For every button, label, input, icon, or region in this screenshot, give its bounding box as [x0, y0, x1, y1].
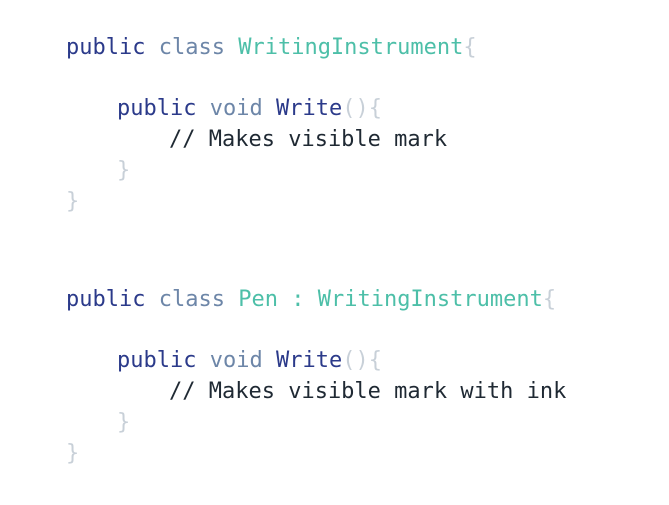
method-close-brace: } — [117, 410, 131, 435]
open-brace: { — [368, 96, 382, 121]
code-snippet: public class WritingInstrument{ public v… — [66, 32, 656, 469]
class-declaration: public class Pen : WritingInstrument{ — [66, 284, 656, 315]
class-declaration: public class WritingInstrument{ — [66, 32, 656, 63]
class-name: Pen — [238, 287, 278, 312]
method-close-brace: } — [117, 158, 131, 183]
parens: () — [342, 348, 369, 373]
class-name: WritingInstrument — [238, 35, 464, 60]
open-brace: { — [368, 348, 382, 373]
extends-separator: : — [277, 287, 318, 312]
public-keyword: public — [66, 287, 146, 312]
open-brace: { — [463, 35, 477, 60]
public-keyword: public — [66, 35, 146, 60]
void-keyword: void — [209, 96, 263, 121]
method-declaration: public void Write(){ — [66, 345, 656, 376]
public-keyword: public — [117, 348, 197, 373]
base-class-name: WritingInstrument — [317, 287, 543, 312]
class-close-brace: } — [66, 441, 80, 466]
code-comment: // Makes visible mark — [169, 127, 448, 152]
blank-lines — [66, 217, 656, 284]
method-name: Write — [275, 348, 343, 373]
void-keyword: void — [209, 348, 263, 373]
class-keyword: class — [158, 35, 225, 60]
method-name: Write — [275, 96, 343, 121]
class-keyword: class — [158, 287, 225, 312]
code-comment: // Makes visible mark with ink — [169, 379, 567, 404]
open-brace: { — [542, 287, 557, 312]
method-declaration: public void Write(){ — [66, 93, 656, 124]
public-keyword: public — [117, 96, 197, 121]
class-close-brace: } — [66, 189, 80, 214]
parens: () — [342, 96, 369, 121]
